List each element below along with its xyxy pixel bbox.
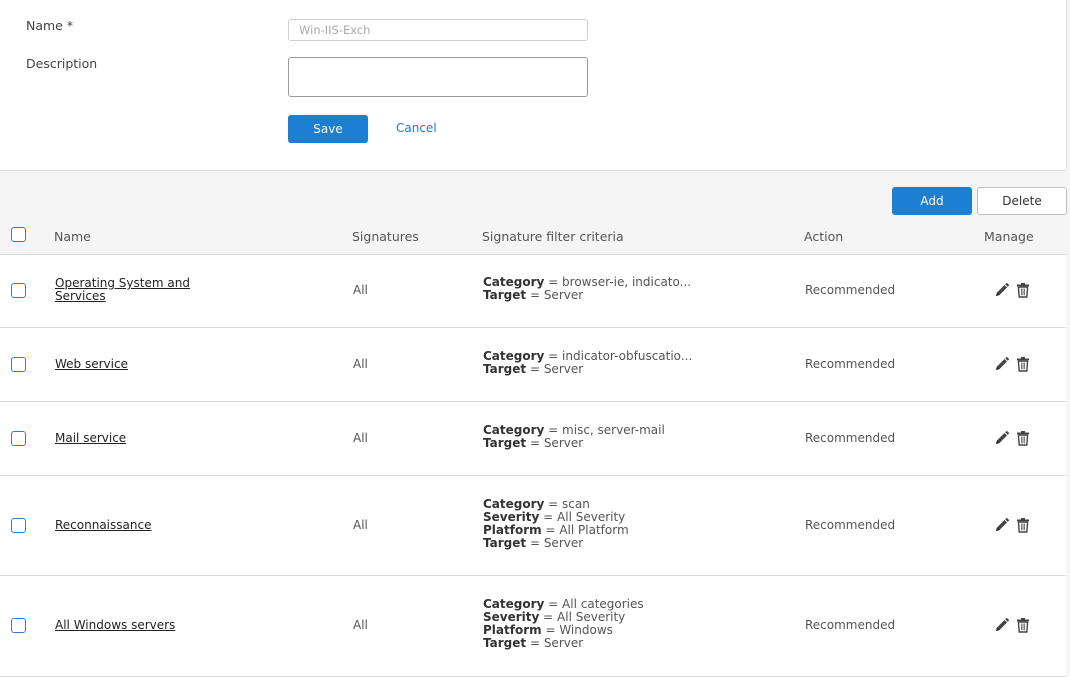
delete-trash-icon[interactable] xyxy=(1015,517,1031,533)
column-header-action[interactable]: Action xyxy=(804,229,843,244)
action-value: Recommended xyxy=(805,430,896,445)
row-checkbox[interactable] xyxy=(11,356,26,372)
criteria-value: indicator-obfuscatio... xyxy=(562,348,693,363)
action-value: Recommended xyxy=(805,517,896,532)
table-row: Reconnaissance All Category = scan Severity… xyxy=(0,476,1066,576)
criteria-value: Server xyxy=(543,535,584,550)
rule-name-link[interactable]: Web service xyxy=(55,357,205,371)
criteria-value: All categories xyxy=(562,597,644,611)
action-value: Recommended xyxy=(805,618,896,632)
action-value: Recommended xyxy=(805,283,896,297)
description-field[interactable] xyxy=(288,57,588,97)
edit-pencil-icon[interactable] xyxy=(994,282,1010,298)
delete-trash-icon[interactable] xyxy=(1015,430,1031,446)
filter-criteria: Category = All categories Severity = All … xyxy=(483,598,644,650)
criteria-value: All Severity xyxy=(557,509,626,524)
criteria-key: Category xyxy=(483,422,545,437)
column-header-criteria[interactable]: Signature filter criteria xyxy=(482,229,624,244)
rule-name-link[interactable]: All Windows servers xyxy=(55,619,205,632)
criteria-value: Server xyxy=(543,361,584,376)
table-header: Name Signatures Signature filter criteri… xyxy=(0,222,1066,255)
table-row: All Windows servers All Category = All cat… xyxy=(0,576,1066,677)
column-header-name[interactable]: Name xyxy=(54,229,91,244)
add-button[interactable]: Add xyxy=(892,187,972,215)
delete-trash-icon[interactable] xyxy=(1015,356,1031,372)
delete-trash-icon[interactable] xyxy=(1015,617,1031,633)
edit-pencil-icon[interactable] xyxy=(994,430,1010,446)
rule-name-link[interactable]: Reconnaissance xyxy=(55,518,205,532)
edit-pencil-icon[interactable] xyxy=(994,356,1010,372)
name-field[interactable]: Win-IIS-Exch xyxy=(288,19,588,41)
criteria-line: Target = Server xyxy=(483,435,584,450)
row-checkbox[interactable] xyxy=(11,283,26,298)
rule-form-panel: Name * Win-IIS-Exch Description Save Can… xyxy=(0,0,1067,171)
delete-trash-icon[interactable] xyxy=(1015,282,1031,298)
criteria-line: Target = Server xyxy=(483,535,584,550)
name-label: Name * xyxy=(26,18,74,33)
delete-button[interactable]: Delete xyxy=(977,187,1067,215)
rule-name-link[interactable]: Mail service xyxy=(55,431,205,445)
criteria-value: misc, server-mail xyxy=(562,422,665,437)
edit-pencil-icon[interactable] xyxy=(994,517,1010,533)
column-header-manage: Manage xyxy=(984,229,1034,244)
criteria-value: All Platform xyxy=(559,522,629,537)
criteria-key: Target xyxy=(483,361,527,376)
filter-criteria: Category = scan Severity = All Severity Pl… xyxy=(483,496,629,550)
criteria-value: Server xyxy=(543,636,584,650)
signatures-value: All xyxy=(353,283,368,297)
criteria-value: Server xyxy=(543,435,584,450)
filter-criteria: Category = browser-ie, indicato... Target… xyxy=(483,276,691,302)
save-button[interactable]: Save xyxy=(288,115,368,143)
signatures-value: All xyxy=(353,517,368,532)
signatures-value: All xyxy=(353,356,368,371)
select-all-checkbox[interactable] xyxy=(11,227,26,242)
criteria-key: Target xyxy=(483,535,527,550)
row-checkbox[interactable] xyxy=(11,618,26,633)
filter-criteria: Category = misc, server-mail Target = Ser… xyxy=(483,422,665,450)
criteria-key: Severity xyxy=(483,509,540,524)
column-header-signatures[interactable]: Signatures xyxy=(352,229,419,244)
criteria-key: Target xyxy=(483,288,527,302)
table-row: Mail service All Category = misc, server-m… xyxy=(0,402,1066,476)
description-label: Description xyxy=(26,56,98,71)
criteria-value: browser-ie, indicato... xyxy=(562,275,692,289)
criteria-line: Target = Server xyxy=(483,361,584,376)
row-checkbox[interactable] xyxy=(11,430,26,446)
action-value: Recommended xyxy=(805,356,896,371)
table-row: Web service All Category = indicator-obfus… xyxy=(0,328,1066,402)
criteria-value: All Severity xyxy=(557,610,626,624)
criteria-key: Category xyxy=(483,275,545,289)
criteria-value: scan xyxy=(562,496,590,511)
criteria-value: Windows xyxy=(559,623,613,637)
criteria-key: Category xyxy=(483,348,545,363)
criteria-key: Category xyxy=(483,597,545,611)
rule-name-link[interactable]: Operating System and Services xyxy=(55,277,205,303)
signatures-value: All xyxy=(353,618,368,632)
criteria-value: Server xyxy=(543,288,584,302)
criteria-key: Target xyxy=(483,636,527,650)
criteria-key: Platform xyxy=(483,623,542,637)
filter-criteria: Category = indicator-obfuscatio... Target… xyxy=(483,348,693,376)
edit-pencil-icon[interactable] xyxy=(994,617,1010,633)
criteria-key: Target xyxy=(483,435,527,450)
row-checkbox[interactable] xyxy=(11,517,26,533)
criteria-key: Severity xyxy=(483,610,540,624)
criteria-line: Target = Server xyxy=(483,288,584,302)
criteria-line: Target = Server xyxy=(483,636,584,650)
signatures-value: All xyxy=(353,430,368,445)
table-row: Operating System and Services All Category… xyxy=(0,255,1066,328)
cancel-link[interactable]: Cancel xyxy=(396,121,437,135)
criteria-key: Category xyxy=(483,496,545,511)
criteria-key: Platform xyxy=(483,522,542,537)
